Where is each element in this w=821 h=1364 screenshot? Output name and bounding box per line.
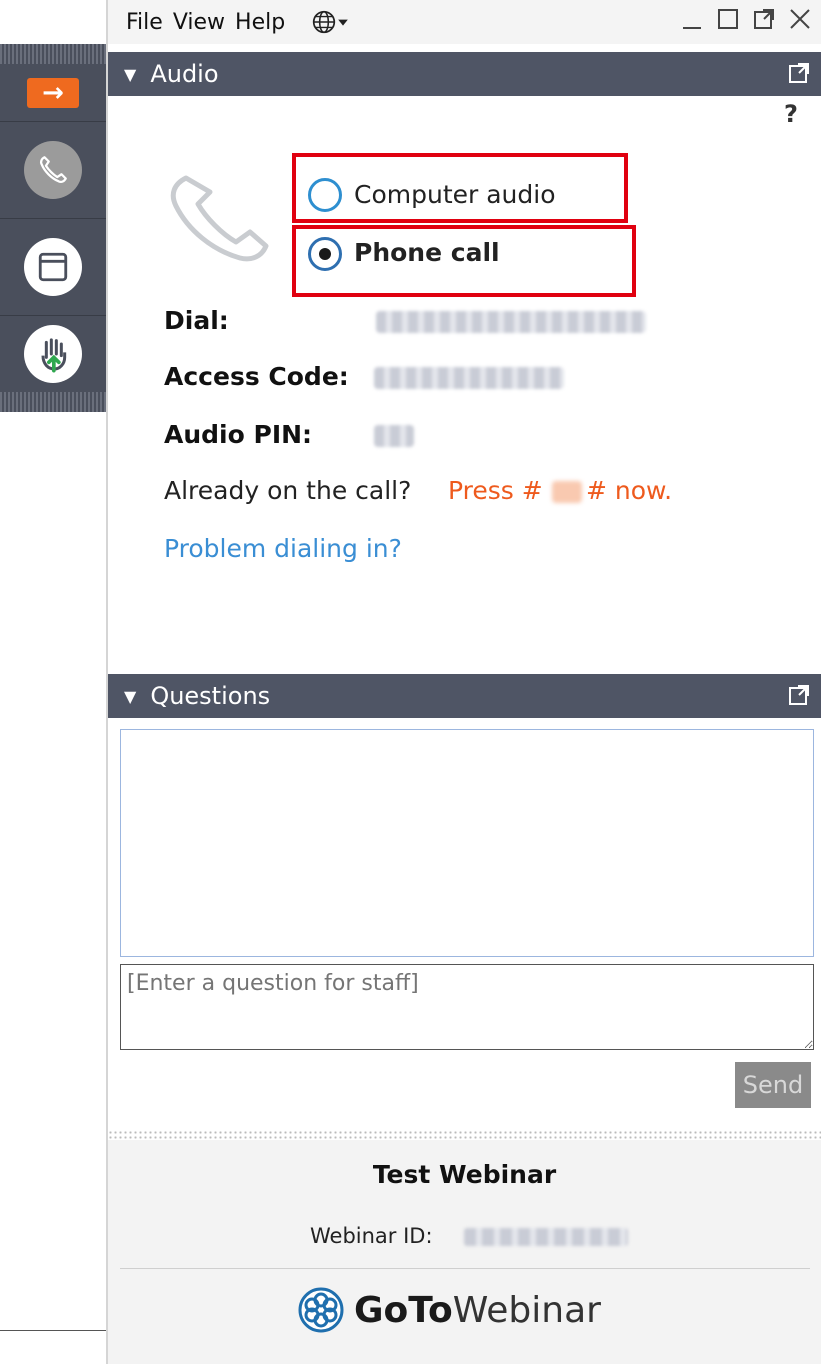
menu-view[interactable]: View xyxy=(173,10,225,35)
access-code-label: Access Code: xyxy=(164,362,349,391)
audio-header-label: Audio xyxy=(150,60,219,88)
close-icon xyxy=(790,9,810,29)
already-on-call-text: Already on the call? xyxy=(164,476,412,505)
press-pin-redacted xyxy=(552,481,582,503)
audio-section-header[interactable]: ▼ Audio xyxy=(108,52,821,96)
access-code-redacted xyxy=(374,367,564,389)
arrow-right-icon: → xyxy=(27,77,79,108)
webinar-id-redacted xyxy=(464,1228,628,1246)
audio-popout-button[interactable] xyxy=(787,61,811,91)
close-button[interactable] xyxy=(787,4,813,34)
audio-pin-redacted xyxy=(374,425,414,447)
screen-viewer-button[interactable] xyxy=(0,219,106,316)
dial-number-redacted xyxy=(376,311,646,333)
panel-resize-handle[interactable] xyxy=(108,1130,821,1140)
gotowebinar-flower-icon xyxy=(298,1287,344,1333)
toolbar-grip-top[interactable] xyxy=(0,44,106,64)
radio-selected-dot xyxy=(319,248,331,260)
control-panel: File View Help ▼ Audio ? Computer audio … xyxy=(106,0,821,1364)
toolbar-grip-bottom[interactable] xyxy=(0,392,106,412)
phone-call-radio[interactable] xyxy=(308,237,342,271)
audio-pin-label: Audio PIN: xyxy=(164,420,313,449)
caret-down-icon xyxy=(338,19,349,26)
dial-label: Dial: xyxy=(164,306,229,335)
popout-button[interactable] xyxy=(751,4,777,34)
gotowebinar-logo: GoTo Webinar xyxy=(298,1287,601,1333)
questions-popout-button[interactable] xyxy=(787,683,811,713)
footer-divider xyxy=(120,1268,810,1269)
menu-bar: File View Help xyxy=(108,0,821,44)
webinar-footer: Test Webinar Webinar ID: GoTo Webinar xyxy=(108,1140,821,1364)
phone-call-label[interactable]: Phone call xyxy=(354,238,500,267)
menu-file[interactable]: File xyxy=(126,10,163,35)
left-divider xyxy=(0,1330,106,1331)
language-menu[interactable] xyxy=(311,9,349,35)
popout-icon xyxy=(754,9,774,29)
raise-hand-button[interactable] xyxy=(0,316,106,392)
maximize-button[interactable] xyxy=(715,4,741,34)
computer-audio-label[interactable]: Computer audio xyxy=(354,180,556,209)
send-button[interactable]: Send xyxy=(735,1062,811,1108)
minimize-button[interactable] xyxy=(679,4,705,34)
questions-header-label: Questions xyxy=(150,682,271,710)
webinar-id-label: Webinar ID: xyxy=(310,1224,433,1248)
computer-audio-radio[interactable] xyxy=(308,178,342,212)
globe-icon xyxy=(313,10,336,34)
audio-help-button[interactable]: ? xyxy=(784,100,798,128)
collapse-panel-button[interactable]: → xyxy=(0,64,106,122)
raise-hand-icon xyxy=(24,325,82,383)
collapse-triangle-icon: ▼ xyxy=(124,686,137,706)
window-icon xyxy=(24,238,82,296)
questions-section-header[interactable]: ▼ Questions xyxy=(108,674,821,718)
phone-icon xyxy=(24,141,82,199)
side-toolbar: → xyxy=(0,44,106,412)
popout-icon xyxy=(789,63,809,83)
problem-dialing-link[interactable]: Problem dialing in? xyxy=(164,534,402,563)
press-pin-text: Press # xyxy=(448,476,543,505)
press-pin-text-end: # now. xyxy=(586,476,673,505)
questions-log[interactable] xyxy=(120,729,814,957)
question-input[interactable] xyxy=(120,964,814,1050)
window-controls xyxy=(679,4,813,34)
brand-webinar: Webinar xyxy=(452,1289,601,1331)
audio-button[interactable] xyxy=(0,122,106,219)
maximize-icon xyxy=(718,9,738,29)
webinar-title: Test Webinar xyxy=(372,1160,557,1189)
phone-handset-icon xyxy=(164,172,274,266)
minimize-icon xyxy=(683,27,701,29)
menu-help[interactable]: Help xyxy=(235,10,285,35)
brand-goto: GoTo xyxy=(354,1289,453,1331)
collapse-triangle-icon: ▼ xyxy=(124,64,137,84)
popout-icon xyxy=(789,685,809,705)
